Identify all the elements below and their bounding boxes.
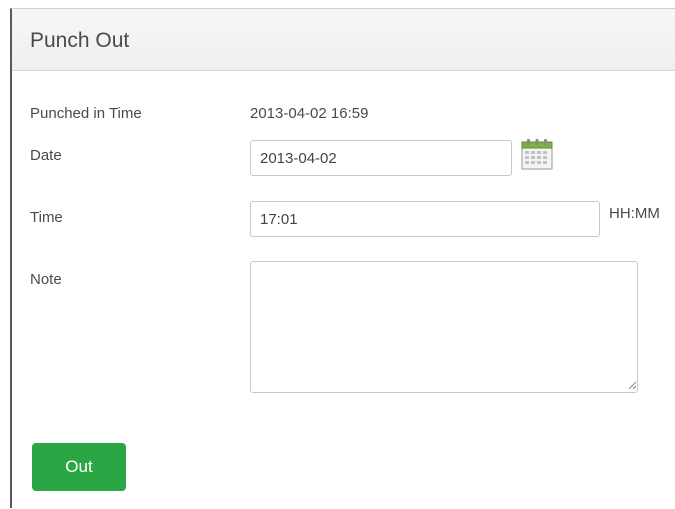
note-textarea[interactable] — [250, 261, 638, 393]
punched-in-time-value: 2013-04-02 16:59 — [250, 105, 369, 122]
time-input[interactable] — [250, 201, 600, 237]
date-label: Date — [30, 147, 62, 164]
panel-footer: Out — [12, 417, 675, 509]
out-button[interactable]: Out — [32, 443, 126, 491]
panel-header: Punch Out — [12, 9, 675, 71]
date-input[interactable] — [250, 140, 512, 176]
punched-in-time-label: Punched in Time — [30, 105, 142, 122]
punch-out-panel: Punch Out Punched in Time 2013-04-02 16:… — [10, 8, 675, 509]
punch-out-form: Punched in Time 2013-04-02 16:59 Date Ti… — [12, 71, 675, 418]
note-field-wrapper — [12, 261, 675, 396]
time-format-hint: HH:MM — [609, 205, 660, 222]
panel-title: Punch Out — [30, 29, 130, 52]
time-label: Time — [30, 209, 63, 226]
resize-grip-icon[interactable] — [628, 381, 636, 389]
calendar-icon[interactable] — [520, 137, 554, 171]
